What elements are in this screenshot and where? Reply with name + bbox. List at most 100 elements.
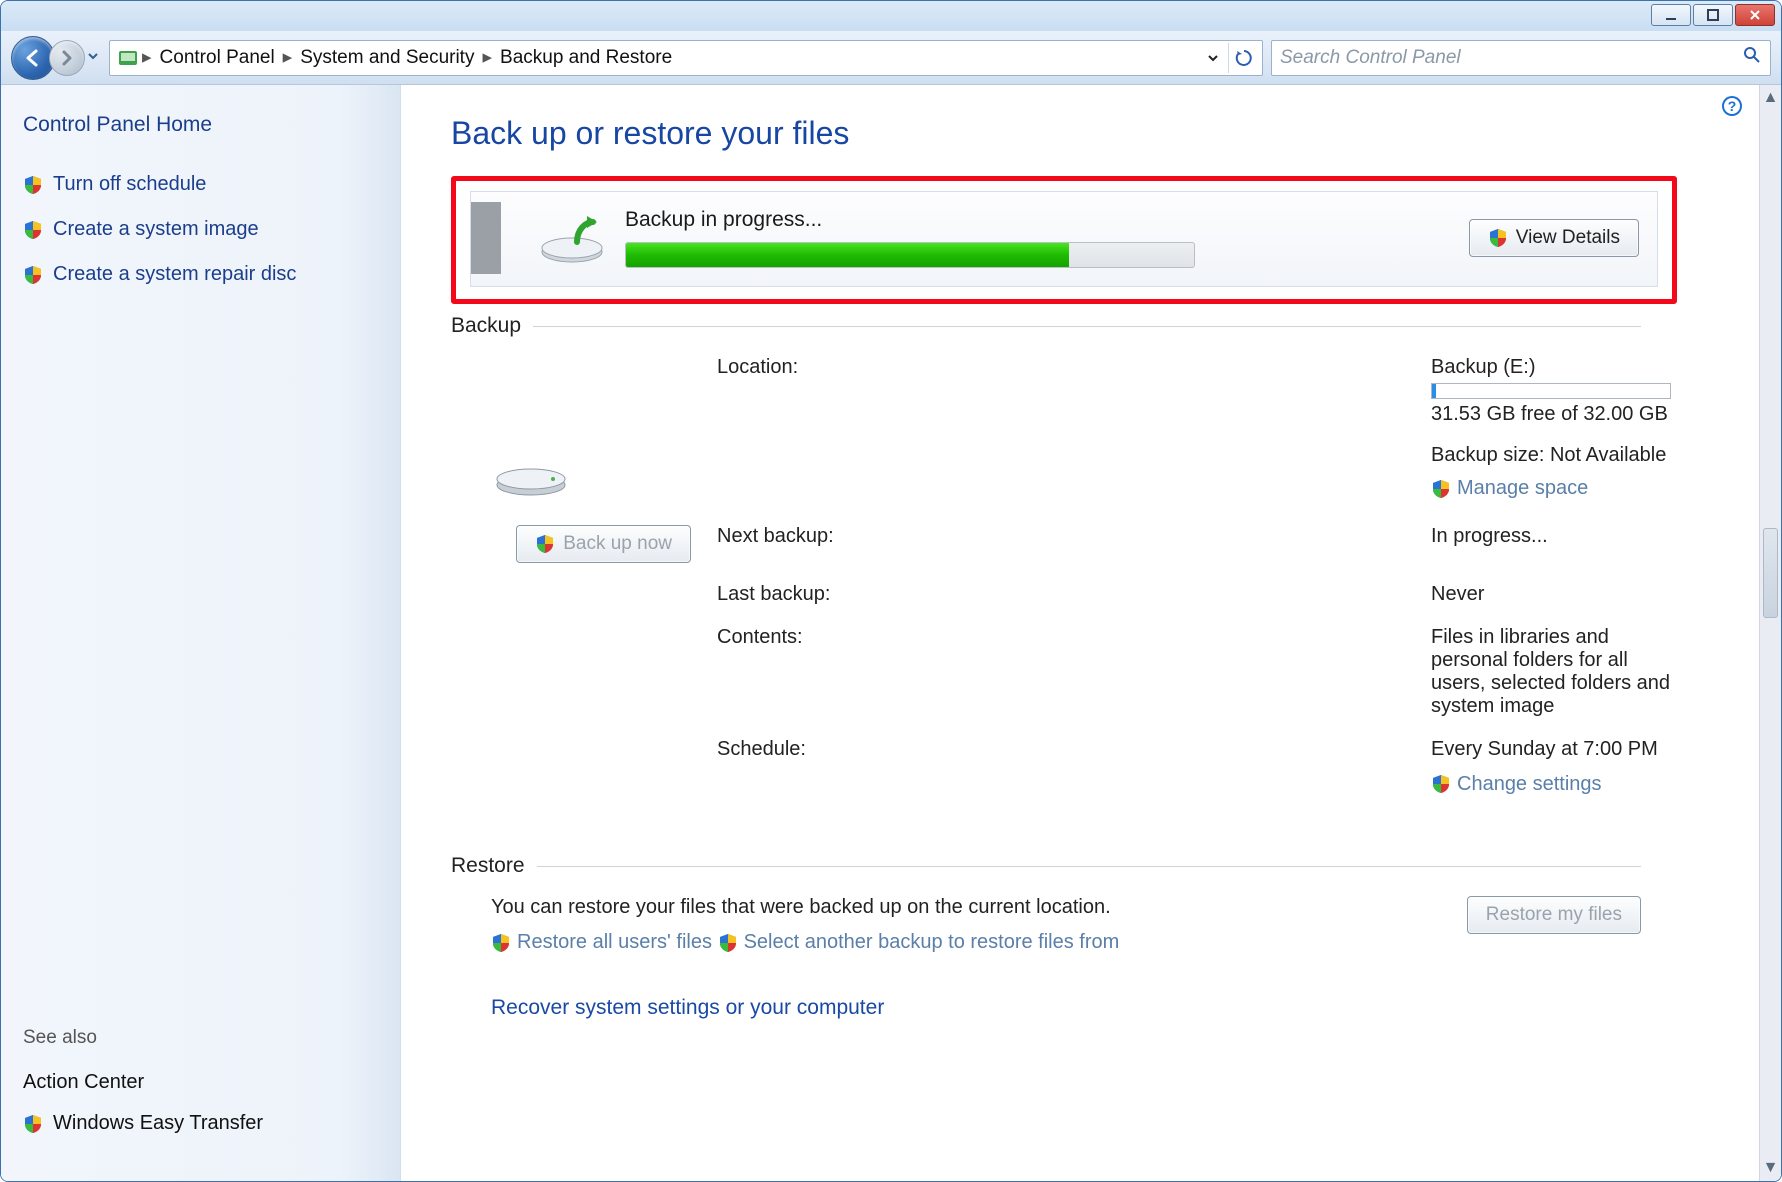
shield-icon: [718, 933, 738, 953]
see-also-windows-easy-transfer[interactable]: Windows Easy Transfer: [23, 1112, 378, 1135]
scrollbar-track[interactable]: [1760, 107, 1781, 1159]
search-box[interactable]: [1271, 40, 1771, 76]
section-title: Backup: [451, 314, 521, 338]
shield-icon: [23, 220, 43, 240]
content-area: Back up or restore your files Back: [401, 85, 1759, 1181]
location-value-block: Backup (E:) 31.53 GB free of 32.00 GB Ba…: [1431, 356, 1681, 505]
see-also-heading: See also: [23, 1027, 378, 1049]
sidebar-item-label: Create a system image: [53, 218, 259, 241]
restore-section-header: Restore: [451, 854, 1641, 878]
vertical-scrollbar[interactable]: ▲ ▼: [1759, 85, 1781, 1181]
link-label: Select another backup to restore files f…: [744, 931, 1120, 954]
link-label: Change settings: [1457, 773, 1602, 796]
help-icon[interactable]: [1721, 95, 1743, 117]
titlebar: [1, 1, 1781, 31]
view-details-button[interactable]: View Details: [1469, 219, 1639, 257]
change-settings-link[interactable]: Change settings: [1431, 773, 1602, 796]
breadcrumb-separator-icon: ▸: [480, 46, 494, 69]
disk-usage-bar: [1431, 383, 1671, 399]
section-divider: [533, 326, 1641, 327]
last-backup-value: Never: [1431, 583, 1681, 606]
window-frame: ▸ Control Panel ▸ System and Security ▸ …: [0, 0, 1782, 1182]
search-icon[interactable]: [1742, 45, 1762, 71]
button-label: Restore my files: [1486, 904, 1622, 926]
link-label: Manage space: [1457, 477, 1588, 500]
schedule-value: Every Sunday at 7:00 PM: [1431, 738, 1681, 761]
shield-icon: [535, 534, 555, 554]
schedule-label: Schedule:: [717, 738, 1405, 761]
location-name: Backup (E:): [1431, 356, 1681, 379]
last-backup-label: Last backup:: [717, 583, 1405, 606]
address-dropdown[interactable]: [1198, 43, 1228, 73]
shield-icon: [23, 1114, 43, 1134]
backup-section-header: Backup: [451, 314, 1641, 338]
sidebar-turn-off-schedule[interactable]: Turn off schedule: [23, 173, 378, 196]
next-backup-value: In progress...: [1431, 525, 1681, 548]
backup-progress-fill: [626, 243, 1069, 267]
shield-icon: [23, 265, 43, 285]
page-title: Back up or restore your files: [451, 115, 1749, 152]
see-also-action-center[interactable]: Action Center: [23, 1071, 378, 1094]
annotation-highlight: Backup in progress... View Details: [451, 176, 1677, 304]
history-dropdown[interactable]: [87, 49, 101, 67]
maximize-button[interactable]: [1693, 4, 1733, 26]
button-label: Back up now: [563, 533, 672, 555]
recover-system-settings-link[interactable]: Recover system settings or your computer: [491, 996, 884, 1020]
section-divider: [537, 866, 1641, 867]
contents-label: Contents:: [717, 626, 1405, 649]
location-label: Location:: [717, 356, 1405, 379]
shield-icon: [491, 933, 511, 953]
section-title: Restore: [451, 854, 525, 878]
sidebar-create-repair-disc[interactable]: Create a system repair disc: [23, 263, 378, 286]
control-panel-icon: [116, 46, 140, 70]
button-label: View Details: [1516, 227, 1620, 249]
restore-all-users-link[interactable]: Restore all users' files: [491, 931, 712, 954]
back-up-now-button[interactable]: Back up now: [516, 525, 691, 563]
see-also-label: Windows Easy Transfer: [53, 1112, 263, 1135]
progress-label: Backup in progress...: [625, 208, 1469, 232]
schedule-value-block: Every Sunday at 7:00 PM Change settings: [1431, 738, 1681, 801]
breadcrumb-separator-icon: ▸: [140, 46, 154, 69]
select-another-backup-link[interactable]: Select another backup to restore files f…: [718, 931, 1120, 954]
shield-icon: [1431, 774, 1451, 794]
sidebar-create-system-image[interactable]: Create a system image: [23, 218, 378, 241]
shield-icon: [1431, 479, 1451, 499]
control-panel-home-link[interactable]: Control Panel Home: [23, 113, 378, 137]
contents-value: Files in libraries and personal folders …: [1431, 626, 1681, 718]
backup-drive-icon: [537, 208, 607, 268]
breadcrumb-level1[interactable]: System and Security: [294, 47, 480, 69]
backup-progress-panel: Backup in progress... View Details: [470, 191, 1658, 287]
hard-drive-icon: [491, 482, 571, 504]
scrollbar-thumb[interactable]: [1763, 528, 1778, 618]
shield-icon: [1488, 228, 1508, 248]
see-also-label: Action Center: [23, 1071, 144, 1094]
breadcrumb-level2[interactable]: Backup and Restore: [494, 47, 678, 69]
breadcrumb-separator-icon: ▸: [281, 46, 295, 69]
sidebar: Control Panel Home Turn off schedule Cre…: [1, 85, 401, 1181]
free-space-text: 31.53 GB free of 32.00 GB: [1431, 403, 1681, 426]
backup-size-text: Backup size: Not Available: [1431, 444, 1681, 467]
forward-button[interactable]: [49, 40, 85, 76]
disk-usage-fill: [1432, 384, 1436, 398]
close-button[interactable]: [1735, 4, 1775, 26]
backup-info-grid: Location: Backup (E:) 31.53 GB free of 3…: [491, 356, 1681, 820]
link-label: Restore all users' files: [517, 931, 712, 954]
refresh-button[interactable]: [1228, 43, 1258, 73]
scroll-up-arrow-icon[interactable]: ▲: [1762, 89, 1780, 107]
sidebar-item-label: Turn off schedule: [53, 173, 206, 196]
panel-accent-bar: [471, 202, 501, 274]
search-input[interactable]: [1280, 47, 1742, 69]
restore-description: You can restore your files that were bac…: [491, 896, 1427, 919]
navigation-bar: ▸ Control Panel ▸ System and Security ▸ …: [1, 31, 1781, 85]
shield-icon: [23, 175, 43, 195]
address-bar[interactable]: ▸ Control Panel ▸ System and Security ▸ …: [109, 40, 1263, 76]
restore-my-files-button[interactable]: Restore my files: [1467, 896, 1641, 934]
restore-body: You can restore your files that were bac…: [491, 896, 1641, 968]
minimize-button[interactable]: [1651, 4, 1691, 26]
sidebar-item-label: Create a system repair disc: [53, 263, 296, 286]
manage-space-link[interactable]: Manage space: [1431, 477, 1588, 500]
backup-progress-bar: [625, 242, 1195, 268]
breadcrumb-root[interactable]: Control Panel: [154, 47, 281, 69]
scroll-down-arrow-icon[interactable]: ▼: [1762, 1159, 1780, 1177]
next-backup-label: Next backup:: [717, 525, 1405, 548]
